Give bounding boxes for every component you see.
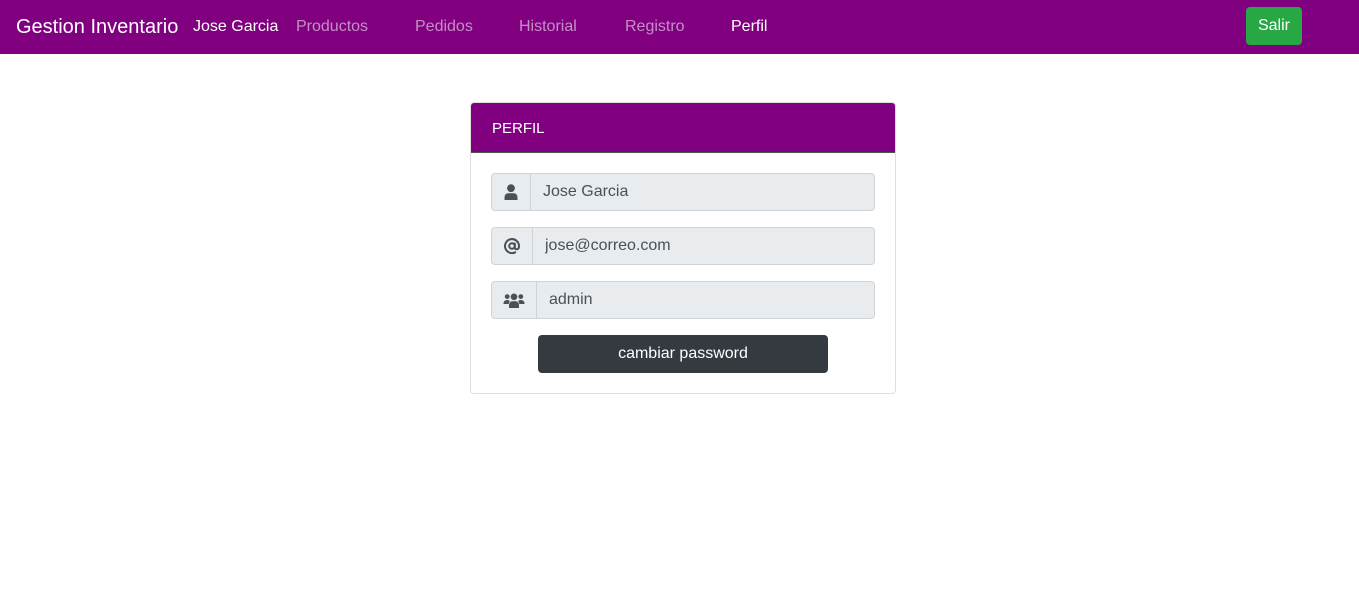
profile-card: PERFIL cambiar password bbox=[470, 102, 896, 394]
at-icon bbox=[491, 227, 533, 265]
change-password-button[interactable]: cambiar password bbox=[538, 335, 828, 373]
profile-card-title: PERFIL bbox=[492, 120, 545, 137]
name-input-group bbox=[491, 173, 875, 211]
profile-card-header: PERFIL bbox=[471, 103, 895, 153]
nav-link-registro[interactable]: Registro bbox=[625, 17, 685, 37]
nav-link-productos[interactable]: Productos bbox=[296, 17, 368, 37]
nav-link-perfil[interactable]: Perfil bbox=[731, 17, 767, 37]
nav-link-historial[interactable]: Historial bbox=[519, 17, 577, 37]
email-input-group bbox=[491, 227, 875, 265]
role-input-group bbox=[491, 281, 875, 319]
name-field[interactable] bbox=[530, 173, 875, 211]
nav-link-pedidos[interactable]: Pedidos bbox=[415, 17, 473, 37]
logout-button[interactable]: Salir bbox=[1246, 7, 1302, 45]
users-icon bbox=[491, 281, 537, 319]
role-field[interactable] bbox=[536, 281, 875, 319]
current-user-name: Jose Garcia bbox=[193, 18, 279, 35]
top-navbar: Gestion Inventario Jose Garcia Productos… bbox=[0, 0, 1359, 54]
user-icon bbox=[491, 173, 531, 211]
email-field[interactable] bbox=[532, 227, 875, 265]
brand-link[interactable]: Gestion Inventario bbox=[16, 14, 178, 40]
